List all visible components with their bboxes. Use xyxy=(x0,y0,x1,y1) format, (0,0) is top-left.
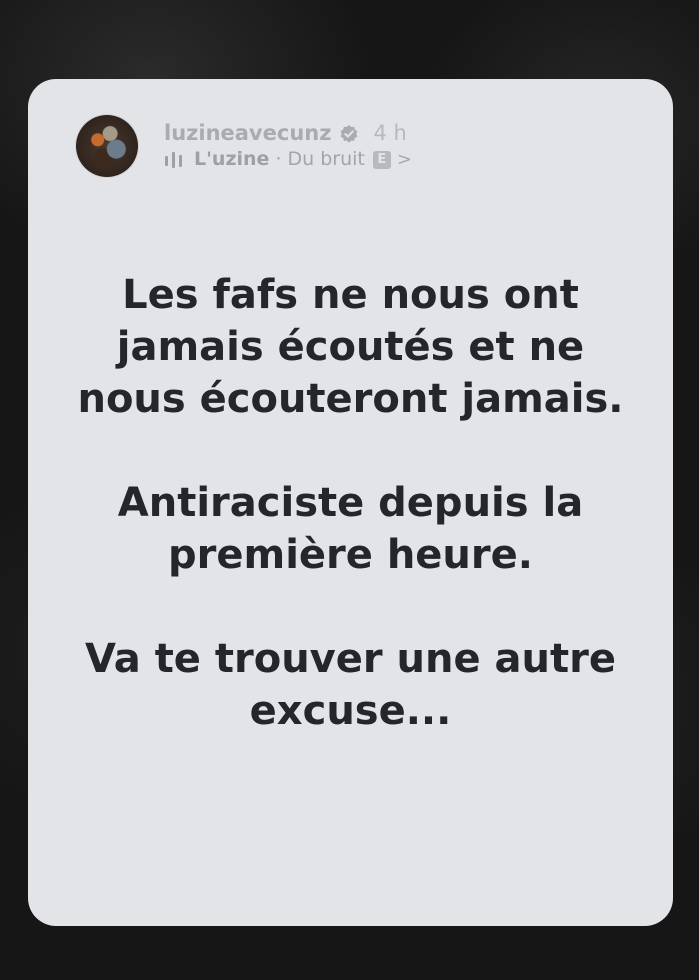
music-row[interactable]: L'uzine · Du bruit E > xyxy=(164,150,412,169)
message-paragraph-3: Va te trouver une autre excuse... xyxy=(85,636,616,734)
verified-badge-icon xyxy=(341,124,358,143)
audio-bars-icon xyxy=(165,151,182,168)
separator-dot: · xyxy=(275,148,282,170)
music-artist: L'uzine xyxy=(194,148,270,170)
story-message: Les fafs ne nous ont jamais écoutés et n… xyxy=(68,269,633,789)
message-paragraph-1: Les fafs ne nous ont jamais écoutés et n… xyxy=(77,272,624,422)
story-card: luzineavecunz 4 h L'uzine · Du bruit E > xyxy=(28,79,673,926)
username[interactable]: luzineavecunz xyxy=(164,123,331,144)
music-track: Du bruit xyxy=(287,148,365,170)
explicit-badge: E xyxy=(372,150,391,169)
post-header: luzineavecunz 4 h L'uzine · Du bruit E > xyxy=(76,115,412,177)
post-meta: luzineavecunz 4 h L'uzine · Du bruit E > xyxy=(164,123,412,169)
post-time: 4 h xyxy=(373,121,407,145)
message-paragraph-2: Antiraciste depuis la première heure. xyxy=(117,480,584,578)
avatar[interactable] xyxy=(76,115,138,177)
chevron-right-icon: > xyxy=(396,148,412,170)
user-row: luzineavecunz 4 h xyxy=(164,123,412,144)
